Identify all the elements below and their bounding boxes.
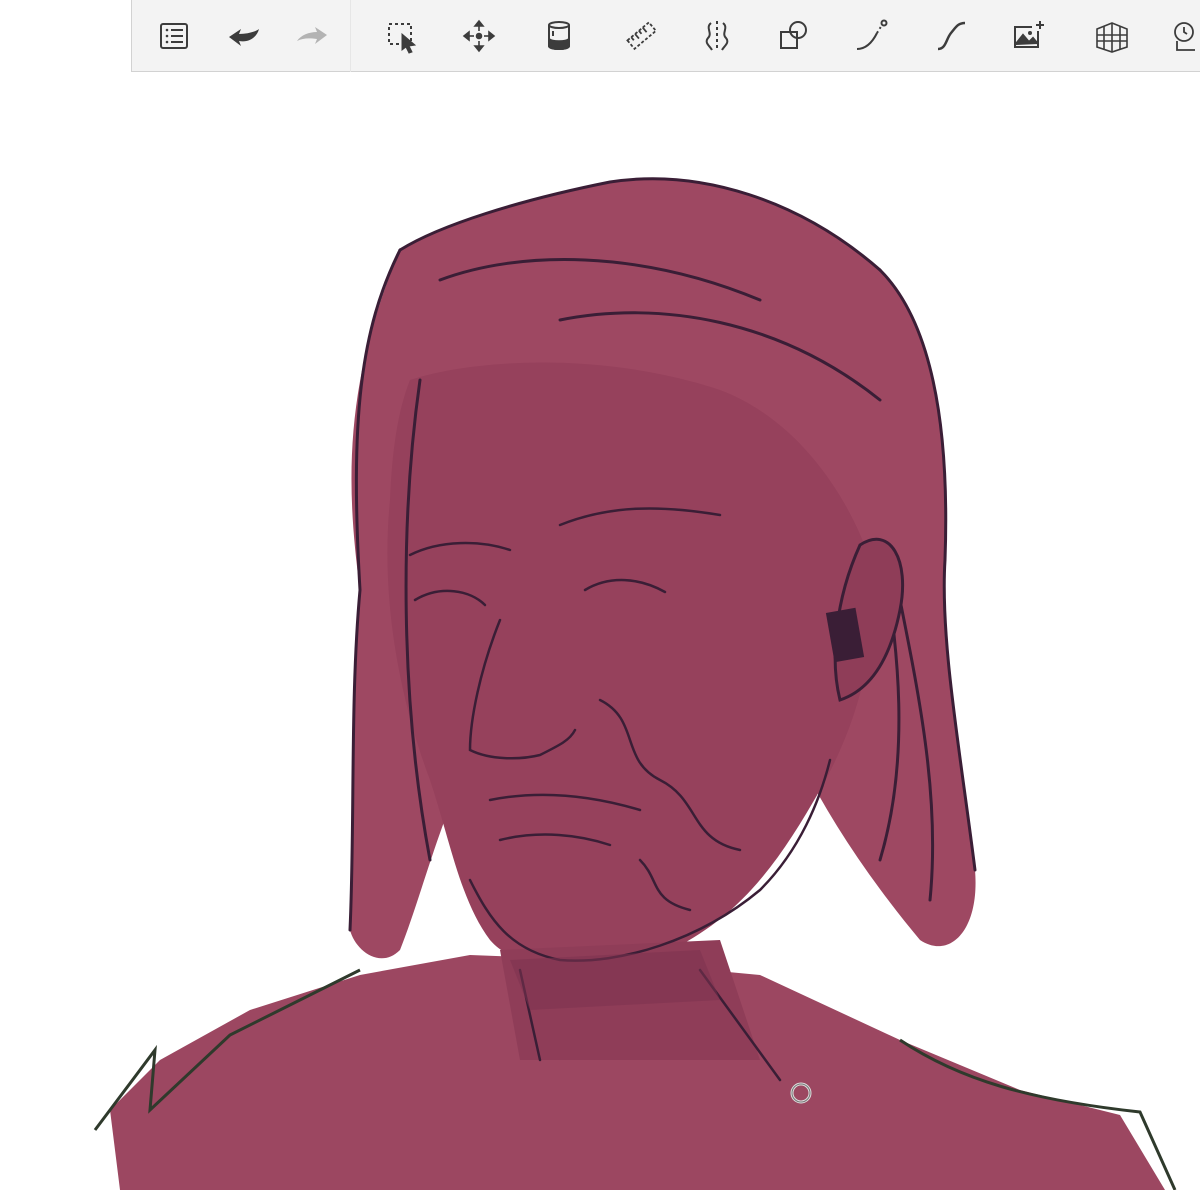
ruler-tool-button[interactable] bbox=[620, 14, 664, 58]
transform-tool-button[interactable] bbox=[457, 14, 501, 58]
stroke-tool-button[interactable] bbox=[850, 14, 894, 58]
neck-shadow bbox=[510, 950, 720, 1010]
curve-tool-button[interactable] bbox=[929, 14, 973, 58]
undo-arrow-icon bbox=[229, 29, 259, 46]
ruler-icon bbox=[626, 21, 658, 51]
shapes-tool-button[interactable] bbox=[772, 14, 816, 58]
symmetry-tool-button[interactable] bbox=[695, 14, 739, 58]
fill-tool-button[interactable] bbox=[537, 14, 581, 58]
time-lapse-icon bbox=[1174, 22, 1195, 51]
add-image-icon bbox=[1014, 21, 1044, 48]
paint-bucket-icon bbox=[548, 21, 570, 50]
top-toolbar bbox=[131, 0, 1200, 72]
undo-button[interactable] bbox=[222, 14, 266, 58]
perspective-tool-button[interactable] bbox=[1090, 14, 1134, 58]
drawing-canvas[interactable] bbox=[0, 72, 1200, 1190]
toolbar-divider bbox=[350, 0, 351, 72]
s-curve-icon bbox=[937, 21, 966, 51]
redo-button[interactable] bbox=[290, 14, 334, 58]
list-icon bbox=[160, 23, 188, 49]
redo-arrow-icon bbox=[297, 27, 327, 44]
move-arrows-icon bbox=[462, 19, 496, 53]
selection-cursor-icon bbox=[388, 23, 417, 54]
curve-line-icon bbox=[856, 19, 888, 50]
selection-tool-button[interactable] bbox=[380, 14, 424, 58]
time-lapse-button[interactable] bbox=[1162, 14, 1200, 58]
layers-button[interactable] bbox=[152, 14, 196, 58]
symmetry-icon bbox=[705, 21, 729, 51]
shapes-icon bbox=[780, 21, 807, 49]
perspective-grid-icon bbox=[1096, 22, 1128, 53]
add-image-button[interactable] bbox=[1007, 14, 1051, 58]
